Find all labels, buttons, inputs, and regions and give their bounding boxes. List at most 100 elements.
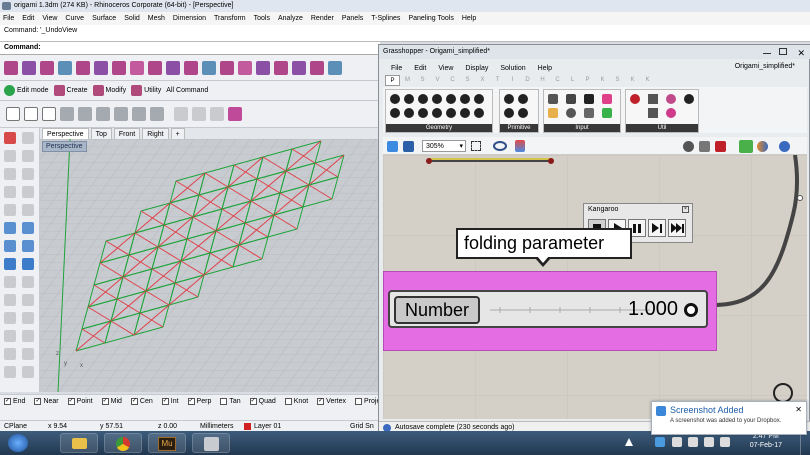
open-icon[interactable]	[387, 141, 398, 152]
tspline-icon[interactable]	[130, 60, 144, 75]
number-slider[interactable]: Number 1.000	[388, 290, 708, 328]
rectangle-icon[interactable]	[4, 204, 16, 216]
tspline-icon[interactable]	[238, 60, 252, 75]
step-button[interactable]	[648, 219, 666, 237]
gh-category-tab[interactable]: C	[445, 75, 460, 86]
menu-solid[interactable]: Solid	[124, 15, 140, 22]
taskbar-muse[interactable]: Mu	[148, 433, 186, 453]
primitive-icon[interactable]	[518, 94, 528, 104]
cube-icon[interactable]	[150, 107, 164, 121]
gh-document-name[interactable]: Origami_simplified*	[735, 63, 795, 70]
cube-icon[interactable]	[114, 107, 128, 121]
zoom-extents-icon[interactable]	[471, 141, 481, 151]
tspline-icon[interactable]	[202, 60, 216, 75]
menu-analyze[interactable]: Analyze	[278, 15, 303, 22]
move-icon[interactable]	[24, 107, 38, 121]
array-icon[interactable]	[4, 348, 16, 360]
menu-dimension[interactable]: Dimension	[173, 15, 206, 22]
flask-icon[interactable]	[666, 108, 676, 118]
slider-input-icon[interactable]	[566, 94, 576, 104]
gh-category-tab[interactable]: K	[625, 75, 640, 86]
boolean-icon[interactable]	[22, 258, 34, 270]
tspline-icon[interactable]	[228, 107, 242, 121]
osnap-near[interactable]: ✓ Near	[34, 398, 59, 405]
mirror-icon[interactable]	[22, 348, 34, 360]
pipe-icon[interactable]	[174, 107, 188, 121]
checkbox[interactable]: ✓	[187, 398, 195, 405]
tspline-icon[interactable]	[76, 60, 90, 75]
dropbox-icon[interactable]	[655, 437, 665, 447]
util-icon[interactable]	[684, 94, 694, 104]
line-icon[interactable]	[4, 150, 16, 162]
minimize-icon[interactable]	[763, 53, 771, 54]
geometry-icon[interactable]	[460, 108, 470, 118]
panel-primitive-label[interactable]: Primitive	[500, 124, 538, 132]
tspline-icon[interactable]	[94, 60, 108, 75]
input-icon[interactable]	[548, 108, 558, 118]
gh-category-tab[interactable]: P	[385, 75, 400, 86]
osnap-cen[interactable]: ✓ Cen	[130, 398, 153, 405]
preview-icon[interactable]	[683, 141, 694, 152]
geometry-icon[interactable]	[474, 108, 484, 118]
point-icon[interactable]	[4, 132, 16, 144]
cube-icon[interactable]	[96, 107, 110, 121]
arrow-icon[interactable]	[648, 108, 658, 118]
command-prompt-input[interactable]: Command:	[0, 42, 380, 55]
slider-label[interactable]: Number	[394, 296, 480, 324]
checkbox[interactable]	[284, 398, 292, 405]
osnap-tan[interactable]: Tan	[220, 398, 241, 405]
sphere-icon[interactable]	[22, 240, 34, 252]
shaded-preview-icon[interactable]	[739, 140, 753, 153]
tspline-icon[interactable]	[148, 60, 162, 75]
geometry-icon[interactable]	[404, 94, 414, 104]
surface-icon[interactable]	[4, 222, 16, 234]
cube-icon[interactable]	[132, 107, 146, 121]
zoom-dropdown[interactable]: 305% ▾	[422, 140, 466, 152]
gumball-icon[interactable]	[42, 107, 56, 121]
cube-icon[interactable]	[60, 107, 74, 121]
gh-category-tab[interactable]: S	[415, 75, 430, 86]
polyline-icon[interactable]	[22, 150, 34, 162]
globe-icon[interactable]	[779, 141, 790, 152]
gh-category-tab[interactable]: V	[430, 75, 445, 86]
osnap-vertex[interactable]: ✓ Vertex	[317, 398, 346, 405]
gh-menu-help[interactable]: Help	[538, 65, 552, 72]
panel-geometry-label[interactable]: Geometry	[386, 124, 492, 132]
checkbox[interactable]: ✓	[161, 398, 169, 405]
polygon-icon[interactable]	[22, 204, 34, 216]
taskbar-chrome[interactable]	[104, 433, 142, 453]
input-icon[interactable]	[584, 94, 594, 104]
gh-menu-edit[interactable]: Edit	[414, 65, 426, 72]
tspline-icon[interactable]	[220, 60, 234, 75]
tspline-icon[interactable]	[256, 60, 270, 75]
geometry-icon[interactable]	[390, 108, 400, 118]
tab-perspective[interactable]: Perspective	[42, 128, 89, 139]
geometry-icon[interactable]	[418, 94, 428, 104]
primitive-icon[interactable]	[504, 108, 514, 118]
geometry-icon[interactable]	[446, 108, 456, 118]
checkbox[interactable]	[355, 398, 363, 405]
osnap-int[interactable]: ✓ Int	[161, 398, 179, 405]
dimension-icon[interactable]	[22, 330, 34, 342]
gh-menu-solution[interactable]: Solution	[500, 65, 525, 72]
checkbox[interactable]: ✓	[130, 398, 138, 405]
circle-icon[interactable]	[4, 186, 16, 198]
menu-surface[interactable]: Surface	[92, 15, 116, 22]
gh-category-tab[interactable]: C	[550, 75, 565, 86]
pipe-icon[interactable]	[192, 107, 206, 121]
preview-icon[interactable]	[715, 141, 726, 152]
primitive-icon[interactable]	[518, 108, 528, 118]
grid-snap-toggle[interactable]: Grid Sn	[350, 423, 374, 430]
osnap-point[interactable]: ✓ Point	[67, 398, 93, 405]
tab-front[interactable]: Front	[113, 128, 141, 139]
network-icon[interactable]	[688, 437, 698, 447]
menu-render[interactable]: Render	[311, 15, 334, 22]
text-icon[interactable]	[4, 330, 16, 342]
pipe-icon[interactable]	[210, 107, 224, 121]
osnap-knot[interactable]: Knot	[284, 398, 308, 405]
slider-value[interactable]: 1.000	[628, 296, 678, 322]
osnap-quad[interactable]: ✓ Quad	[249, 398, 276, 405]
join-icon[interactable]	[22, 294, 34, 306]
close-icon[interactable]: ✕	[797, 46, 805, 60]
menu-paneling-tools[interactable]: Paneling Tools	[408, 15, 453, 22]
